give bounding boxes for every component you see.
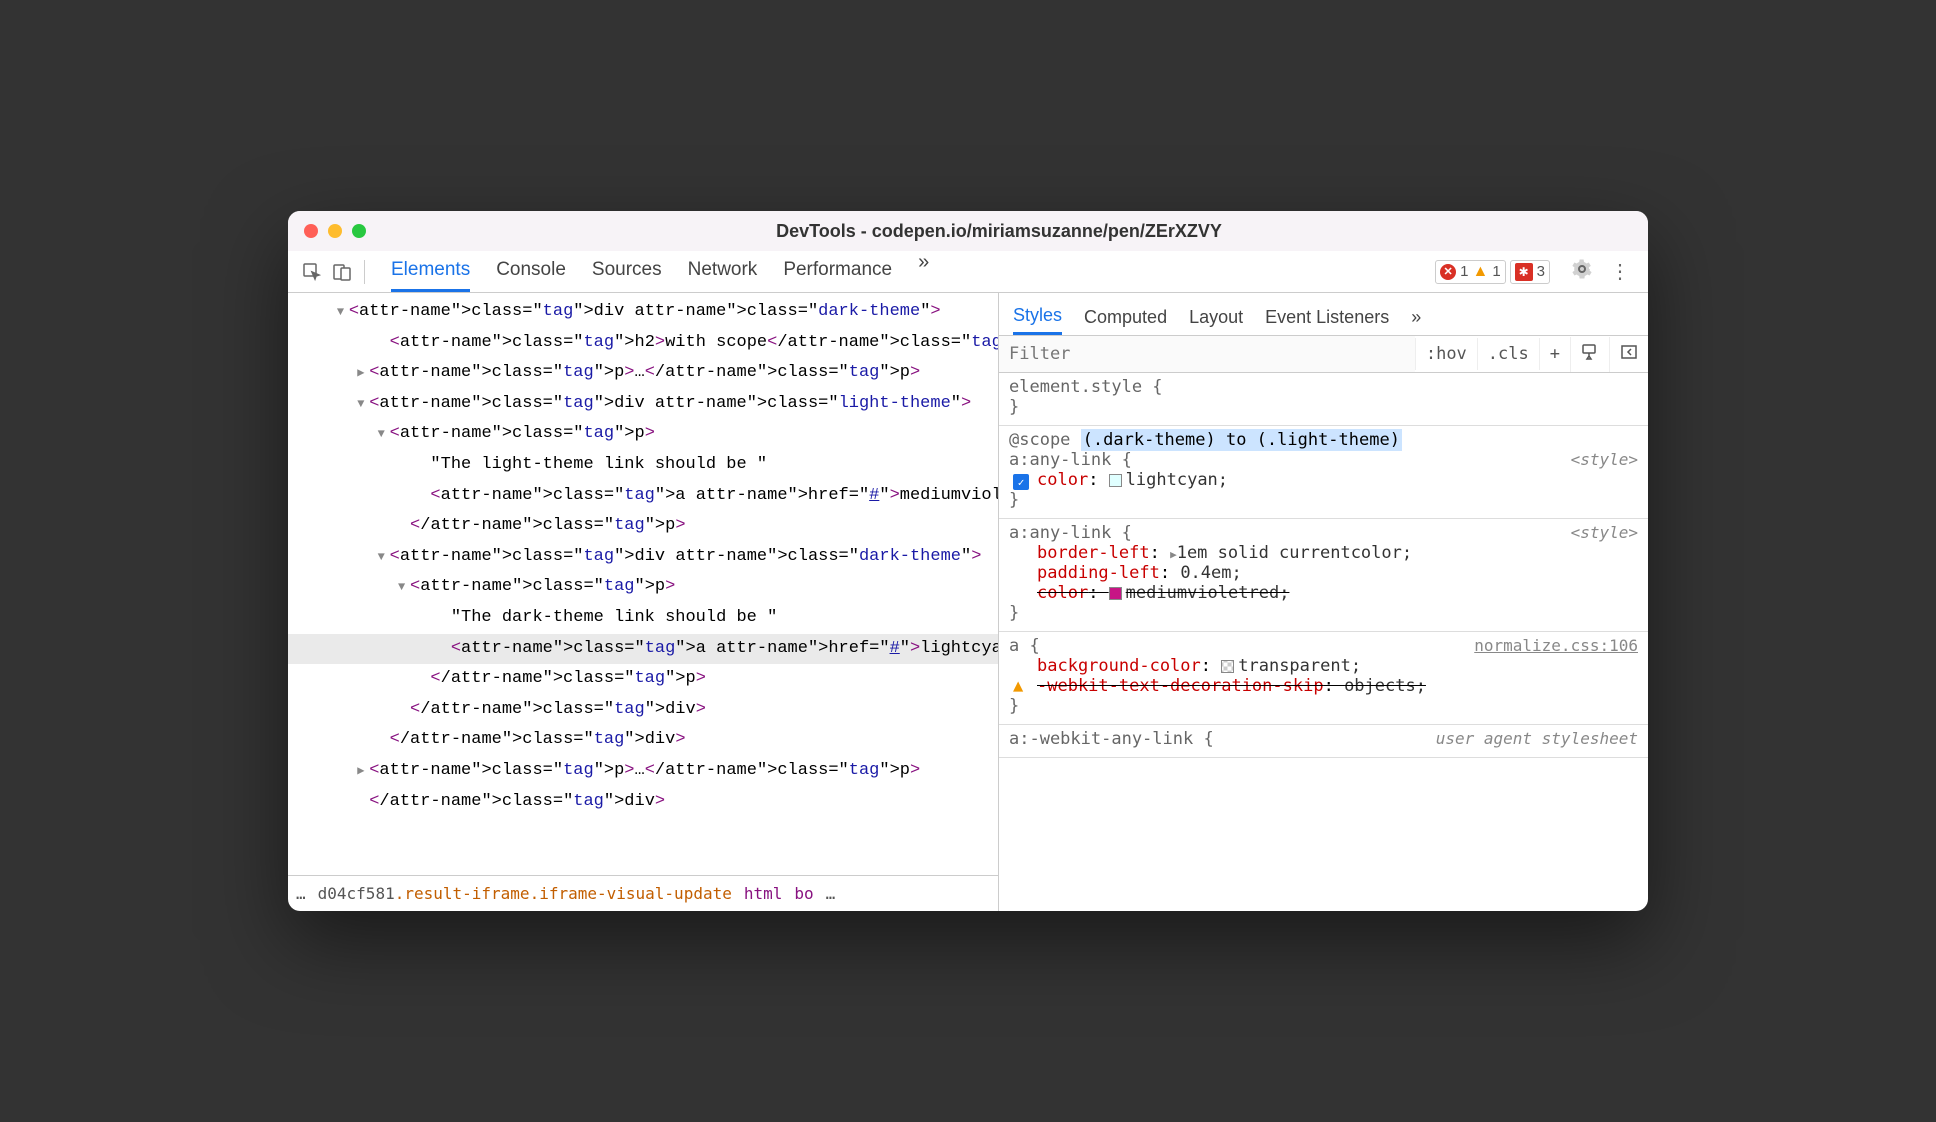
tab-layout[interactable]: Layout xyxy=(1189,301,1243,334)
css-rule[interactable]: <style>a:any-link {border-left: ▶ 1em so… xyxy=(999,519,1648,632)
tab-computed[interactable]: Computed xyxy=(1084,301,1167,334)
add-rule-button[interactable]: + xyxy=(1539,338,1570,370)
dom-node[interactable]: ▶<attr-name">class="tag">p>…</attr-name"… xyxy=(288,358,998,389)
css-rule[interactable]: @scope (.dark-theme) to (.light-theme)<s… xyxy=(999,426,1648,519)
color-swatch-icon[interactable] xyxy=(1221,660,1234,673)
dom-node[interactable]: ▼<attr-name">class="tag">p> xyxy=(288,572,998,603)
color-swatch-icon[interactable] xyxy=(1109,587,1122,600)
css-rule[interactable]: element.style {} xyxy=(999,373,1648,426)
dom-node[interactable]: ▶<attr-name">class="tag">p>…</attr-name"… xyxy=(288,756,998,787)
dom-node[interactable]: ▼<attr-name">class="tag">p> xyxy=(288,419,998,450)
more-styles-tabs-icon[interactable]: » xyxy=(1411,301,1421,334)
styles-filter-input[interactable] xyxy=(999,336,1415,372)
breadcrumb-item[interactable]: html xyxy=(744,884,783,903)
dom-node[interactable]: </attr-name">class="tag">div> xyxy=(288,725,998,756)
status-badges: ✕1 ▲1 ✱3 xyxy=(1435,260,1550,284)
dom-node[interactable]: "The light-theme link should be " xyxy=(288,450,998,481)
styles-rules[interactable]: element.style {}@scope (.dark-theme) to … xyxy=(999,373,1648,911)
error-warning-badge[interactable]: ✕1 ▲1 xyxy=(1435,260,1506,284)
dom-node[interactable]: ▼<attr-name">class="tag">div attr-name">… xyxy=(288,542,998,573)
tab-styles[interactable]: Styles xyxy=(1013,299,1062,335)
maximize-window-icon[interactable] xyxy=(352,224,366,238)
titlebar: DevTools - codepen.io/miriamsuzanne/pen/… xyxy=(288,211,1648,251)
window-title: DevTools - codepen.io/miriamsuzanne/pen/… xyxy=(366,221,1632,242)
issue-icon: ✱ xyxy=(1515,263,1533,281)
hov-button[interactable]: :hov xyxy=(1415,338,1477,370)
paint-icon[interactable] xyxy=(1570,337,1609,372)
dom-node[interactable]: <attr-name">class="tag">h2>with scope</a… xyxy=(288,328,998,359)
dom-node[interactable]: <attr-name">class="tag">a attr-name">hre… xyxy=(288,481,998,512)
minimize-window-icon[interactable] xyxy=(328,224,342,238)
settings-icon[interactable] xyxy=(1566,259,1598,285)
error-icon: ✕ xyxy=(1440,264,1456,280)
tab-performance[interactable]: Performance xyxy=(783,251,892,292)
breadcrumb-item: d04cf581 xyxy=(318,884,395,903)
separator xyxy=(364,260,365,284)
filter-bar: :hov .cls + xyxy=(999,336,1648,373)
dom-node[interactable]: </attr-name">class="tag">p> xyxy=(288,511,998,542)
tab-event-listeners[interactable]: Event Listeners xyxy=(1265,301,1389,334)
dom-node[interactable]: </attr-name">class="tag">div> xyxy=(288,787,998,818)
dom-node[interactable]: <attr-name">class="tag">a attr-name">hre… xyxy=(288,634,998,665)
tab-sources[interactable]: Sources xyxy=(592,251,662,292)
dom-node[interactable]: </attr-name">class="tag">div> xyxy=(288,695,998,726)
warning-icon: ▲ xyxy=(1472,263,1488,281)
breadcrumb-item[interactable]: bo xyxy=(794,884,813,903)
inspect-element-icon[interactable] xyxy=(300,260,324,284)
warning-icon: ▲ xyxy=(1013,676,1023,696)
styles-panel: Styles Computed Layout Event Listeners »… xyxy=(998,293,1648,911)
traffic-lights xyxy=(304,224,366,238)
device-toggle-icon[interactable] xyxy=(330,260,354,284)
color-swatch-icon[interactable] xyxy=(1109,474,1122,487)
close-window-icon[interactable] xyxy=(304,224,318,238)
breadcrumb-ellipsis[interactable]: … xyxy=(296,884,306,903)
styles-tabs: Styles Computed Layout Event Listeners » xyxy=(999,293,1648,336)
dom-node[interactable]: ▼<attr-name">class="tag">div attr-name">… xyxy=(288,389,998,420)
tab-network[interactable]: Network xyxy=(688,251,758,292)
breadcrumb: … d04cf581.result-iframe.iframe-visual-u… xyxy=(288,875,998,911)
breadcrumb-item: .result-iframe.iframe-visual-update xyxy=(395,884,732,903)
css-rule[interactable]: user agent stylesheeta:-webkit-any-link … xyxy=(999,725,1648,758)
devtools-window: DevTools - codepen.io/miriamsuzanne/pen/… xyxy=(288,211,1648,911)
dom-node[interactable]: "The dark-theme link should be " xyxy=(288,603,998,634)
css-rule[interactable]: normalize.css:106a {background-color: tr… xyxy=(999,632,1648,725)
computed-sidebar-icon[interactable] xyxy=(1609,337,1648,372)
main-tabs: Elements Console Sources Network Perform… xyxy=(391,251,1429,292)
checkbox-icon[interactable]: ✓ xyxy=(1013,474,1029,490)
breadcrumb-ellipsis: … xyxy=(826,884,836,903)
cls-button[interactable]: .cls xyxy=(1477,338,1539,370)
dom-node[interactable]: ▼<attr-name">class="tag">div attr-name">… xyxy=(288,297,998,328)
more-tabs-icon[interactable]: » xyxy=(918,251,929,292)
dom-node[interactable]: </attr-name">class="tag">p> xyxy=(288,664,998,695)
tab-elements[interactable]: Elements xyxy=(391,251,470,292)
dom-tree[interactable]: ▼<attr-name">class="tag">div attr-name">… xyxy=(288,293,998,875)
content-area: ▼<attr-name">class="tag">div attr-name">… xyxy=(288,293,1648,911)
issues-badge[interactable]: ✱3 xyxy=(1510,260,1550,284)
tab-console[interactable]: Console xyxy=(496,251,566,292)
kebab-menu-icon[interactable]: ⋮ xyxy=(1604,259,1636,284)
elements-panel: ▼<attr-name">class="tag">div attr-name">… xyxy=(288,293,998,911)
main-toolbar: Elements Console Sources Network Perform… xyxy=(288,251,1648,293)
